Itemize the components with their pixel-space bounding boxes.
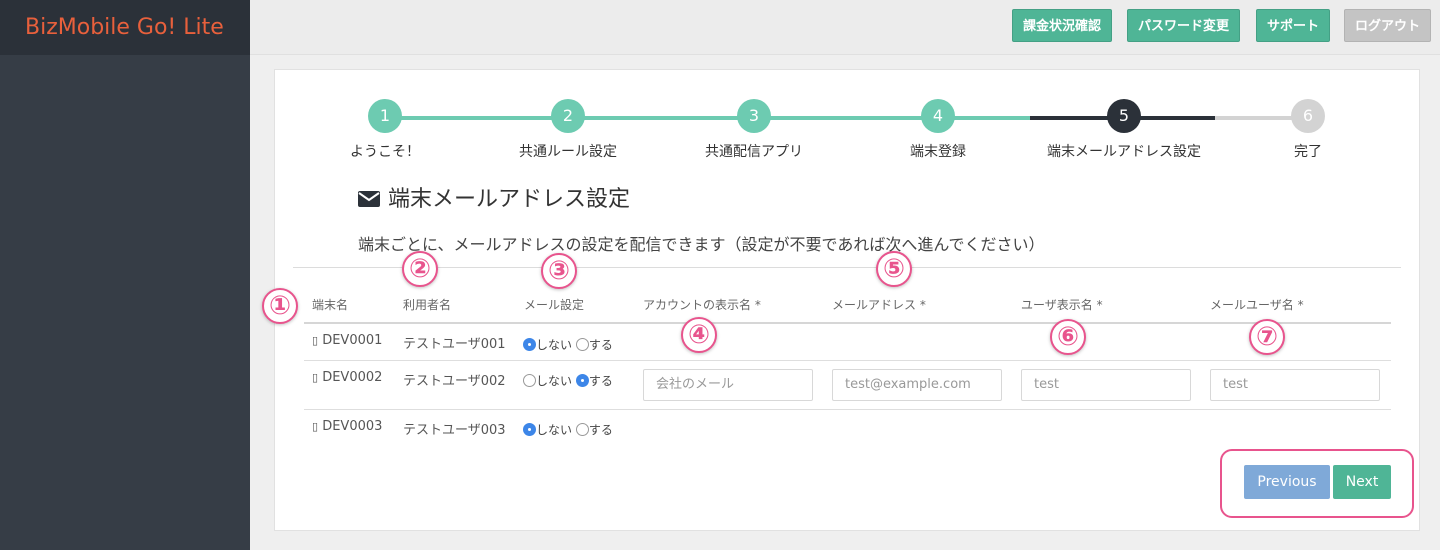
table-row-1-user: テストユーザ001: [403, 337, 506, 352]
table-row-1-mail-setting: しない する: [523, 336, 613, 353]
annotation-marker-3: ③: [541, 253, 577, 289]
table-row-3-user: テストユーザ003: [403, 423, 506, 438]
annotation-marker-2: ②: [402, 251, 438, 287]
support-button[interactable]: サポート: [1256, 9, 1331, 42]
header-divider: [304, 322, 1391, 324]
brand-logo[interactable]: BizMobile Go! Lite: [0, 0, 250, 55]
device-icon: ▯: [312, 420, 319, 433]
mail-address-input[interactable]: test@example.com: [832, 369, 1002, 401]
step-1-label: ようこそ！: [350, 144, 420, 160]
radio-on-label: する: [588, 338, 613, 352]
header-mail-address: メールアドレス *: [832, 298, 926, 312]
header-mail-setting: メール設定: [524, 298, 585, 312]
radio-on-label: する: [588, 423, 613, 437]
step-4-circle[interactable]: 4: [921, 99, 955, 133]
annotation-marker-6: ⑥: [1050, 319, 1086, 355]
account-name-input[interactable]: 会社のメール: [643, 369, 813, 401]
step-6-label: 完了: [1294, 144, 1322, 160]
sidebar: BizMobile Go! Lite: [0, 0, 250, 550]
table-row-1-device: ▯ DEV0001: [312, 333, 382, 348]
header-display-name: ユーザ表示名 *: [1021, 298, 1103, 312]
device-name: DEV0002: [322, 370, 383, 385]
table-row-2-mail-setting: しない する: [523, 372, 613, 389]
radio-off[interactable]: [523, 338, 536, 351]
annotation-marker-1: ①: [262, 288, 298, 324]
device-icon: ▯: [312, 334, 319, 347]
radio-on[interactable]: [575, 374, 589, 387]
header-device: 端末名: [312, 298, 349, 312]
radio-off-label: しない: [536, 374, 573, 388]
envelope-icon: [358, 188, 380, 213]
step-6-circle[interactable]: 6: [1291, 99, 1325, 133]
radio-on[interactable]: [575, 423, 589, 436]
mail-user-input[interactable]: test: [1210, 369, 1380, 401]
device-name: DEV0003: [322, 419, 383, 434]
radio-off-label: しない: [536, 338, 573, 352]
step-5-circle[interactable]: 5: [1107, 99, 1141, 133]
step-2-label: 共通ルール設定: [519, 144, 617, 160]
display-name-input[interactable]: test: [1021, 369, 1191, 401]
annotation-marker-4: ④: [681, 317, 717, 353]
previous-button[interactable]: Previous: [1244, 465, 1330, 499]
row-divider: [304, 409, 1391, 410]
change-password-button[interactable]: パスワード変更: [1127, 9, 1241, 42]
billing-status-button[interactable]: 課金状況確認: [1012, 9, 1113, 42]
table-row-3-mail-setting: しない する: [523, 421, 613, 438]
annotation-marker-7: ⑦: [1249, 319, 1285, 355]
section-title: 端末メールアドレス設定: [358, 181, 630, 213]
radio-off-label: しない: [536, 423, 573, 437]
table-row-3-device: ▯ DEV0003: [312, 419, 382, 434]
logout-button[interactable]: ログアウト: [1344, 9, 1432, 42]
radio-off[interactable]: [523, 374, 536, 387]
annotation-marker-5: ⑤: [876, 251, 912, 287]
table-row-2-user: テストユーザ002: [403, 374, 506, 389]
section-description: 端末ごとに、メールアドレスの設定を配信できます（設定が不要であれば次へ進んでくだ…: [358, 235, 1045, 254]
divider: [293, 267, 1401, 268]
radio-on[interactable]: [575, 338, 589, 351]
header-account-name: アカウントの表示名 *: [643, 298, 761, 312]
table-row-2-device: ▯ DEV0002: [312, 370, 382, 385]
step-2-circle[interactable]: 2: [551, 99, 585, 133]
device-icon: ▯: [312, 371, 319, 384]
radio-off[interactable]: [523, 423, 536, 436]
top-bar: 課金状況確認 パスワード変更 サポート ログアウト: [250, 0, 1440, 55]
header-user: 利用者名: [403, 298, 452, 312]
step-4-label: 端末登録: [910, 144, 966, 160]
step-1-circle[interactable]: 1: [368, 99, 402, 133]
section-title-text: 端末メールアドレス設定: [388, 187, 631, 212]
step-5-label: 端末メールアドレス設定: [1047, 144, 1201, 160]
step-3-circle[interactable]: 3: [737, 99, 771, 133]
radio-on-label: する: [588, 374, 613, 388]
row-divider: [304, 360, 1391, 361]
step-3-label: 共通配信アプリ: [705, 144, 803, 160]
device-name: DEV0001: [322, 333, 383, 348]
header-mail-user: メールユーザ名 *: [1210, 298, 1304, 312]
next-button[interactable]: Next: [1333, 465, 1391, 499]
